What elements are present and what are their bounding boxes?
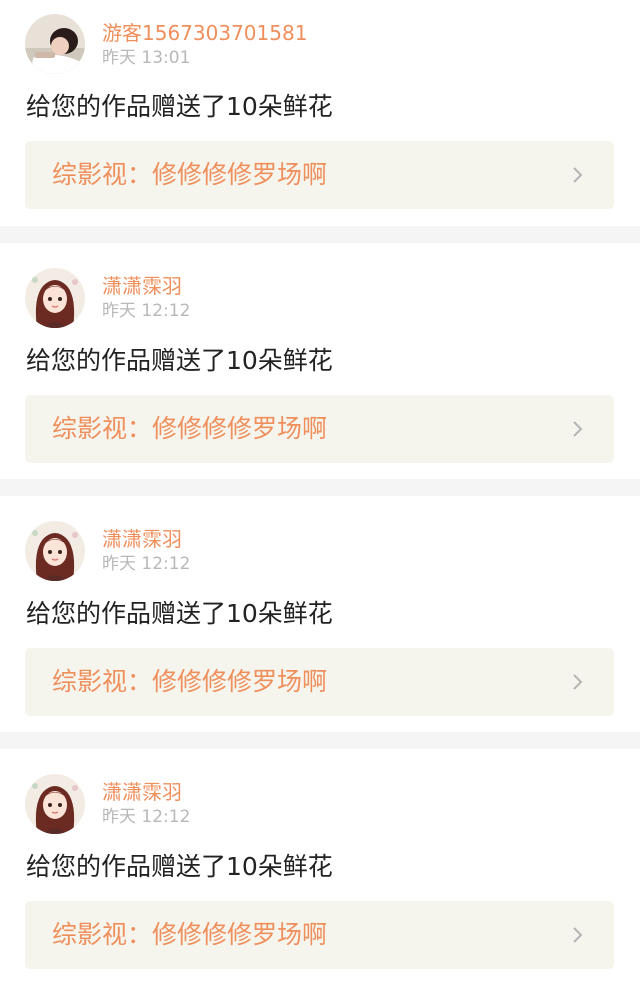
timestamp: 昨天 12:12 — [102, 554, 191, 574]
notification-card: 游客1567303701581 昨天 13:01 给您的作品赠送了10朵鲜花 综… — [0, 0, 640, 226]
chevron-right-icon — [573, 674, 583, 690]
work-link[interactable]: 综影视：修修修修罗场啊 — [25, 395, 614, 463]
work-title: 综影视：修修修修罗场啊 — [52, 920, 328, 949]
gift-message: 给您的作品赠送了10朵鲜花 — [26, 346, 333, 375]
gift-message: 给您的作品赠送了10朵鲜花 — [26, 599, 333, 628]
anime-girl-avatar-icon — [25, 521, 85, 581]
notification-card: 潇潇霂羽 昨天 12:12 给您的作品赠送了10朵鲜花 综影视：修修修修罗场啊 — [0, 243, 640, 479]
work-title: 综影视：修修修修罗场啊 — [52, 414, 328, 443]
notification-card: 潇潇霂羽 昨天 12:12 给您的作品赠送了10朵鲜花 综影视：修修修修罗场啊 — [0, 496, 640, 732]
chevron-right-icon — [573, 167, 583, 183]
anime-girl-avatar-icon — [25, 774, 85, 834]
work-title: 综影视：修修修修罗场啊 — [52, 160, 328, 189]
username[interactable]: 游客1567303701581 — [102, 21, 307, 45]
user-photo-avatar-icon — [25, 14, 85, 74]
gift-message: 给您的作品赠送了10朵鲜花 — [26, 92, 333, 121]
gift-message: 给您的作品赠送了10朵鲜花 — [26, 852, 333, 881]
gift-notification-feed: 游客1567303701581 昨天 13:01 给您的作品赠送了10朵鲜花 综… — [0, 0, 640, 984]
work-title: 综影视：修修修修罗场啊 — [52, 667, 328, 696]
timestamp: 昨天 12:12 — [102, 807, 191, 827]
chevron-right-icon — [573, 927, 583, 943]
work-link[interactable]: 综影视：修修修修罗场啊 — [25, 648, 614, 716]
username[interactable]: 潇潇霂羽 — [102, 274, 182, 298]
avatar[interactable] — [25, 268, 85, 328]
avatar[interactable] — [25, 774, 85, 834]
username[interactable]: 潇潇霂羽 — [102, 780, 182, 804]
avatar[interactable] — [25, 14, 85, 74]
notification-card: 潇潇霂羽 昨天 12:12 给您的作品赠送了10朵鲜花 综影视：修修修修罗场啊 — [0, 749, 640, 984]
chevron-right-icon — [573, 421, 583, 437]
avatar[interactable] — [25, 521, 85, 581]
username[interactable]: 潇潇霂羽 — [102, 527, 182, 551]
anime-girl-avatar-icon — [25, 268, 85, 328]
timestamp: 昨天 13:01 — [102, 48, 191, 68]
work-link[interactable]: 综影视：修修修修罗场啊 — [25, 901, 614, 969]
work-link[interactable]: 综影视：修修修修罗场啊 — [25, 141, 614, 209]
timestamp: 昨天 12:12 — [102, 301, 191, 321]
